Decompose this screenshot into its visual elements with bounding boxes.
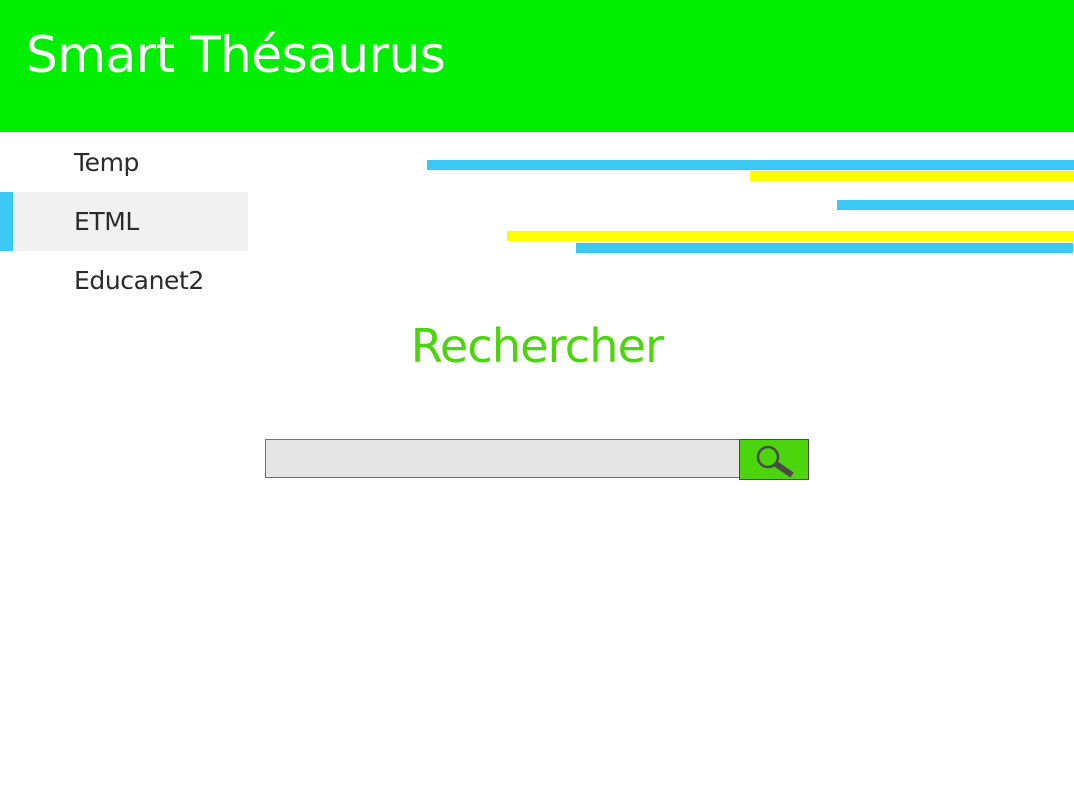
search-bar <box>265 439 809 480</box>
decorative-stripe <box>427 160 1074 170</box>
decorative-stripe <box>507 231 1074 241</box>
sidebar-item-label: Educanet2 <box>74 266 204 295</box>
decorative-stripe <box>750 171 1074 181</box>
app-header: Smart Thésaurus <box>0 0 1074 132</box>
search-input[interactable] <box>265 439 739 478</box>
sidebar-item-label: Temp <box>74 148 140 177</box>
sidebar-item-educanet2[interactable]: Educanet2 <box>0 251 248 310</box>
sidebar-item-label: ETML <box>74 207 139 236</box>
app-title: Smart Thésaurus <box>26 26 446 84</box>
decorative-stripe <box>837 200 1074 210</box>
sidebar-item-indicator <box>0 251 13 310</box>
decorative-stripe <box>576 243 1073 253</box>
sidebar-item-temp[interactable]: Temp <box>0 133 248 192</box>
sidebar: Temp ETML Educanet2 <box>0 133 248 310</box>
sidebar-item-active-indicator <box>0 192 13 251</box>
sidebar-item-indicator <box>0 133 13 192</box>
search-button[interactable] <box>739 439 809 480</box>
search-heading: Rechercher <box>410 319 664 373</box>
sidebar-item-etml[interactable]: ETML <box>0 192 248 251</box>
